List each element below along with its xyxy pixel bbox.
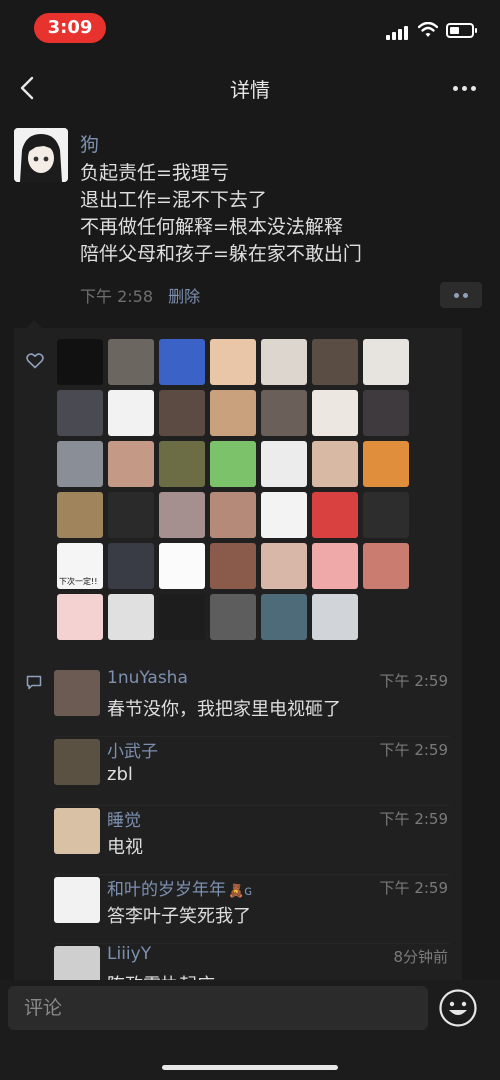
post-time: 下午 2:58 <box>80 287 154 306</box>
post-line: 陪伴父母和孩子=躲在家不敢出门 <box>80 243 362 265</box>
like-avatar[interactable] <box>159 492 205 538</box>
like-avatar[interactable] <box>159 441 205 487</box>
like-avatar[interactable] <box>108 492 154 538</box>
panel-pointer <box>26 320 42 328</box>
like-avatar[interactable] <box>363 441 409 487</box>
like-avatar[interactable] <box>57 390 103 436</box>
post-line: 负起责任=我理亏 <box>80 162 229 184</box>
like-avatar[interactable] <box>57 441 103 487</box>
post-line: 退出工作=混不下去了 <box>80 189 267 211</box>
comment-avatar[interactable] <box>54 739 100 785</box>
like-avatar[interactable] <box>261 441 307 487</box>
like-avatar[interactable] <box>159 339 205 385</box>
name-badge: 🧸ɢ <box>228 884 253 899</box>
signal-icon <box>386 26 410 40</box>
post-author-avatar[interactable] <box>14 128 68 182</box>
post-line: 不再做任何解释=根本没法解释 <box>80 216 343 238</box>
like-avatar[interactable] <box>57 594 103 640</box>
comment-item[interactable]: 睡觉 下午 2:59 电视 <box>54 806 450 875</box>
heart-outline-icon <box>26 353 44 369</box>
comment-item[interactable]: LiiiyY 8分钟前 陈政雷执起床 <box>54 944 450 980</box>
comment-time: 下午 2:59 <box>379 810 448 828</box>
status-time: 3:09 <box>34 13 106 43</box>
status-bar: 3:09 <box>0 0 500 56</box>
post-author-name[interactable]: 狗 <box>80 130 99 157</box>
like-avatar[interactable] <box>159 543 205 589</box>
comment-avatar[interactable] <box>54 877 100 923</box>
comment-text: 电视 <box>107 837 143 858</box>
likes-comments-panel: 下次一定!! 1nuYasha 下午 2:59 春节没你，我把家里电视砸了 小武… <box>14 328 462 980</box>
comment-avatar[interactable] <box>54 670 100 716</box>
like-avatar[interactable] <box>312 492 358 538</box>
like-avatar[interactable] <box>159 390 205 436</box>
comment-list: 1nuYasha 下午 2:59 春节没你，我把家里电视砸了 小武子 下午 2:… <box>54 668 450 980</box>
delete-link[interactable]: 删除 <box>168 287 200 306</box>
like-avatar[interactable] <box>261 594 307 640</box>
like-avatar-caption: 下次一定!! <box>59 577 98 586</box>
like-avatar[interactable] <box>210 441 256 487</box>
comment-item[interactable]: 小武子 下午 2:59 zbl <box>54 737 450 806</box>
like-avatar[interactable] <box>363 543 409 589</box>
comment-author[interactable]: 1nuYasha <box>107 668 188 688</box>
like-avatar[interactable] <box>57 492 103 538</box>
more-actions-button[interactable] <box>440 282 482 308</box>
like-avatar[interactable] <box>210 492 256 538</box>
comment-author[interactable]: LiiiyY <box>107 944 151 964</box>
comment-text: 春节没你，我把家里电视砸了 <box>107 699 341 720</box>
comment-time: 下午 2:59 <box>379 879 448 897</box>
post-meta: 下午 2:58 删除 <box>80 283 200 307</box>
comment-author[interactable]: 小武子 <box>107 737 158 762</box>
like-avatar[interactable] <box>210 339 256 385</box>
like-avatar[interactable] <box>363 492 409 538</box>
comment-author[interactable]: 和叶的岁岁年年 🧸ɢ <box>107 875 252 900</box>
like-avatar[interactable]: 下次一定!! <box>57 543 103 589</box>
like-avatar[interactable] <box>210 594 256 640</box>
like-avatar[interactable] <box>363 339 409 385</box>
like-avatar[interactable] <box>312 543 358 589</box>
emoji-smile-icon[interactable] <box>438 988 478 1028</box>
battery-icon <box>446 23 477 38</box>
like-avatar[interactable] <box>57 339 103 385</box>
like-avatar-grid: 下次一定!! <box>57 339 417 640</box>
like-avatar[interactable] <box>363 390 409 436</box>
like-avatar[interactable] <box>108 594 154 640</box>
like-avatar[interactable] <box>108 441 154 487</box>
comment-time: 下午 2:59 <box>379 672 448 690</box>
comment-time: 8分钟前 <box>393 948 448 966</box>
comment-text: zbl <box>107 764 133 785</box>
wifi-icon <box>418 22 438 37</box>
comment-input[interactable] <box>8 986 428 1030</box>
comment-author[interactable]: 睡觉 <box>107 806 141 831</box>
like-avatar[interactable] <box>108 543 154 589</box>
comment-item[interactable]: 和叶的岁岁年年 🧸ɢ 下午 2:59 答李叶子笑死我了 <box>54 875 450 944</box>
like-avatar[interactable] <box>108 390 154 436</box>
like-avatar[interactable] <box>312 441 358 487</box>
comment-bubble-icon <box>26 675 42 690</box>
like-avatar[interactable] <box>210 390 256 436</box>
comment-text: 陈政雷执起床 <box>107 971 215 980</box>
comment-author-name[interactable]: 和叶的岁岁年年 <box>107 880 226 900</box>
page-title: 详情 <box>230 78 270 102</box>
comment-avatar[interactable] <box>54 808 100 854</box>
comment-item[interactable]: 1nuYasha 下午 2:59 春节没你，我把家里电视砸了 <box>54 668 450 737</box>
like-avatar[interactable] <box>261 390 307 436</box>
like-avatar[interactable] <box>312 390 358 436</box>
comment-time: 下午 2:59 <box>379 741 448 759</box>
comment-text: 答李叶子笑死我了 <box>107 906 251 927</box>
like-avatar[interactable] <box>261 339 307 385</box>
more-dots-icon[interactable] <box>448 78 480 98</box>
comment-input-bar <box>0 980 500 1080</box>
like-avatar[interactable] <box>261 543 307 589</box>
like-avatar[interactable] <box>210 543 256 589</box>
like-avatar[interactable] <box>261 492 307 538</box>
nav-bar: 详情 <box>0 60 500 116</box>
like-avatar[interactable] <box>312 594 358 640</box>
like-avatar[interactable] <box>108 339 154 385</box>
comment-avatar[interactable] <box>54 946 100 980</box>
post-body: 负起责任=我理亏 退出工作=混不下去了 不再做任何解释=根本没法解释 陪伴父母和… <box>80 160 480 268</box>
like-avatar[interactable] <box>159 594 205 640</box>
like-avatar[interactable] <box>312 339 358 385</box>
home-indicator <box>162 1065 338 1070</box>
